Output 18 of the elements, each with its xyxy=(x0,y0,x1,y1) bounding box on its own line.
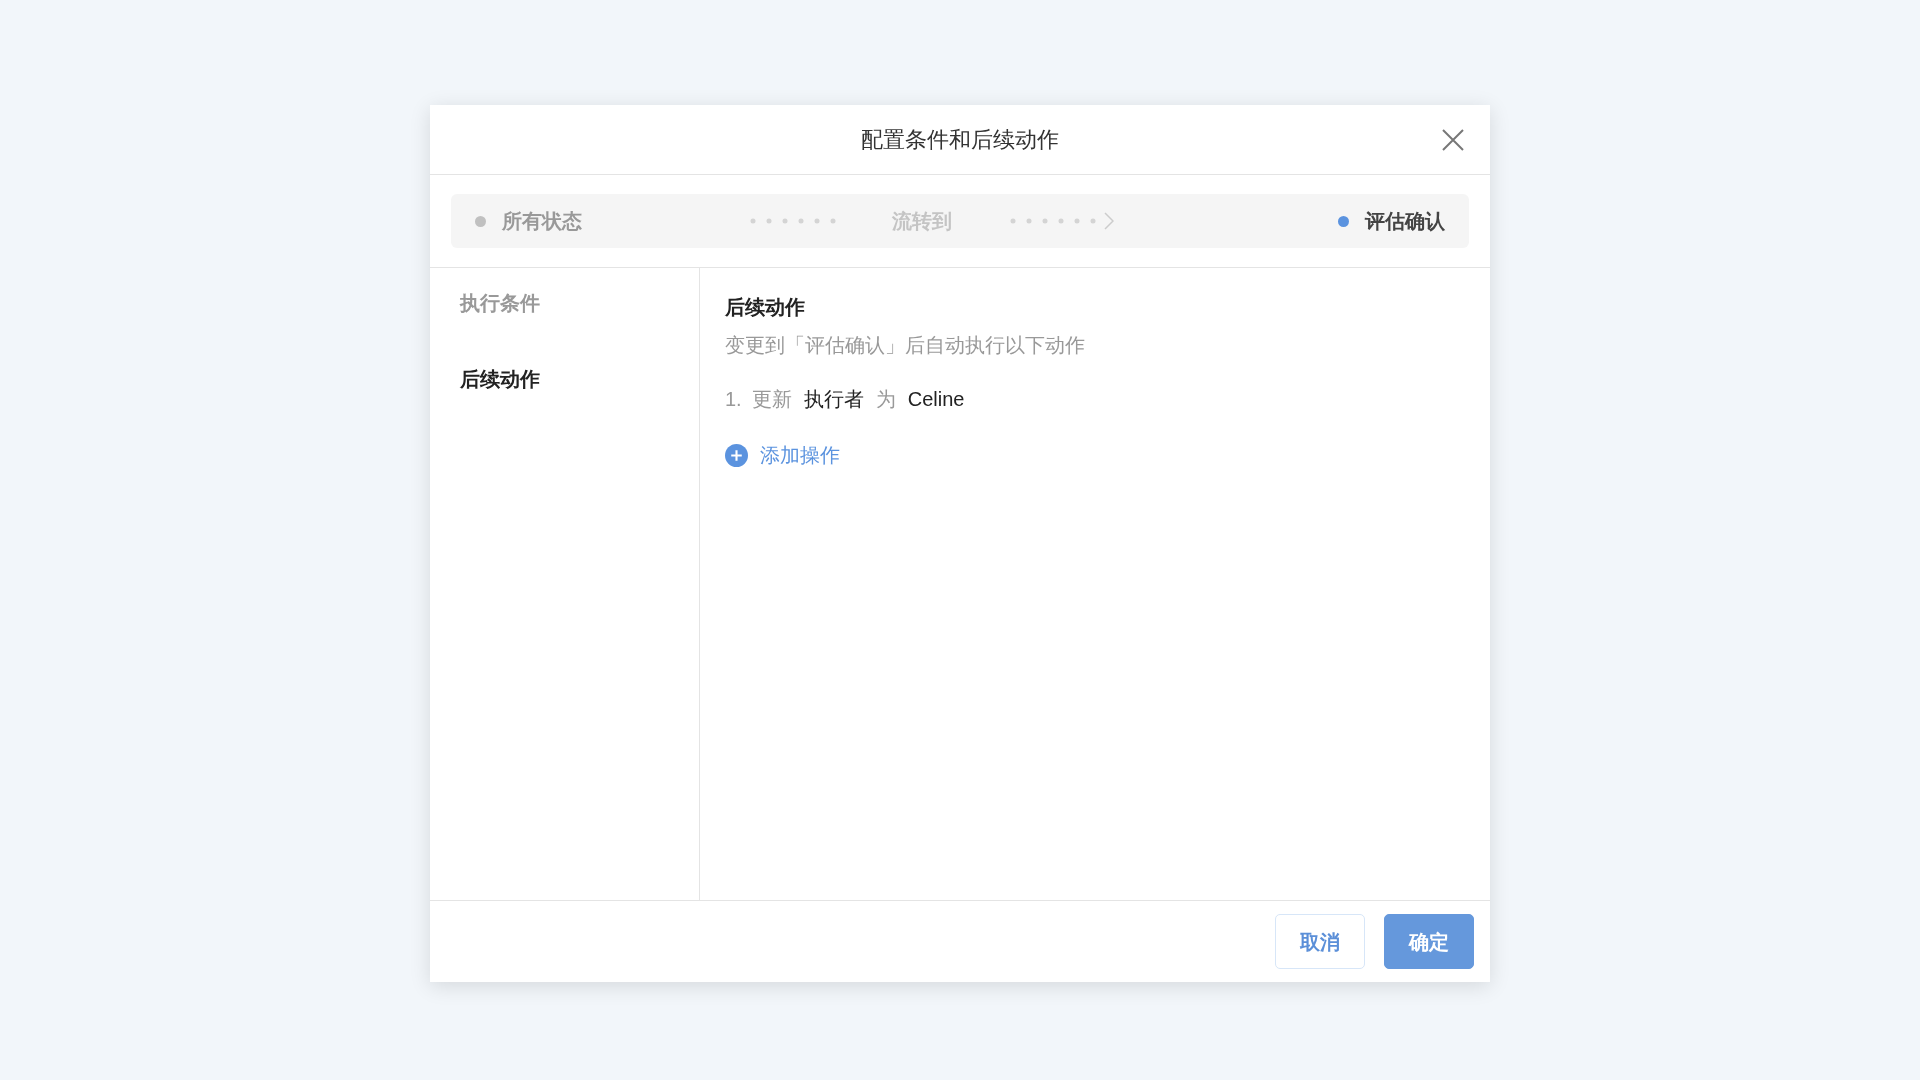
add-action-link[interactable]: 添加操作 xyxy=(725,440,840,470)
sidebar-item[interactable]: 后续动作 xyxy=(460,364,540,394)
section-description: 变更到「评估确认」后自动执行以下动作 xyxy=(725,333,1085,358)
action-verb: 更新 xyxy=(751,387,792,412)
action-value: Celine xyxy=(907,387,965,412)
action-field: 执行者 xyxy=(803,384,864,414)
section-title: 后续动作 xyxy=(725,295,805,320)
chevron-right-icon xyxy=(1104,212,1114,230)
cancel-button[interactable]: 取消 xyxy=(1275,914,1365,969)
confirm-button[interactable]: 确定 xyxy=(1384,914,1474,969)
sidebar-item[interactable]: 执行条件 xyxy=(460,288,540,318)
plus-circle-icon xyxy=(725,443,748,467)
status-label: 评估确认 xyxy=(1365,209,1445,234)
status-label: 所有状态 xyxy=(502,209,582,234)
action-index: 1. xyxy=(725,387,742,412)
dialog-title: 配置条件和后续动作 xyxy=(861,126,1059,154)
action-preposition: 为 xyxy=(875,387,896,412)
close-icon[interactable] xyxy=(1440,127,1466,153)
